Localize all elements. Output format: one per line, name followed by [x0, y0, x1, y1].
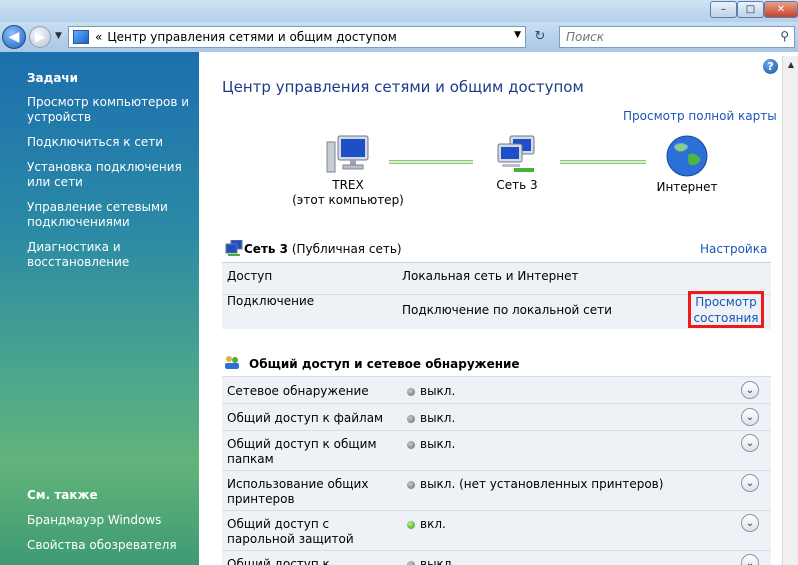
sharing-icon — [225, 356, 239, 369]
network-center-window: – □ ✕ ◀ ▶ ▼ « Центр управления сетями и … — [0, 0, 798, 565]
expand-chevron-icon[interactable]: ⌄ — [741, 408, 759, 426]
sharing-row[interactable]: Общий доступ с парольной защитой вкл. ⌄ — [222, 510, 771, 550]
map-node-internet[interactable]: Интернет — [651, 134, 723, 195]
page-title: Центр управления сетями и общим доступом — [222, 78, 584, 96]
task-diagnose[interactable]: Диагностика и восстановление — [27, 240, 192, 270]
see-also-header: См. также — [27, 488, 98, 502]
network-name-label: Сеть 3 — [244, 242, 289, 256]
address-text: Центр управления сетями и общим доступом — [107, 30, 397, 44]
help-icon[interactable]: ? — [763, 59, 778, 74]
status-off-icon — [407, 415, 415, 423]
forward-arrow-icon: ▶ — [35, 29, 45, 45]
view-full-map-link[interactable]: Просмотр полной карты — [623, 109, 777, 123]
minimize-button[interactable]: – — [710, 1, 737, 18]
status-off-icon — [407, 388, 415, 396]
access-label: Доступ — [227, 269, 273, 283]
search-input[interactable] — [566, 30, 766, 44]
sharing-row[interactable]: Сетевое обнаружение выкл. ⌄ — [222, 376, 771, 402]
sharing-row[interactable]: Общий доступ к файлам выкл. ⌄ — [222, 403, 771, 429]
connection-value: Подключение по локальной сети — [402, 303, 612, 317]
sharing-row[interactable]: Использование общих принтеров выкл. (нет… — [222, 470, 771, 510]
task-sidebar: Задачи Просмотр компьютеров и устройств … — [0, 52, 199, 565]
control-panel-icon — [73, 30, 89, 44]
map-link-line — [560, 160, 646, 164]
view-status-link[interactable]: Просмотр состояния — [688, 291, 764, 328]
task-setup-connection[interactable]: Установка подключения или сети — [27, 160, 192, 190]
sharing-row[interactable]: Общий доступ к общим папкам выкл. ⌄ — [222, 430, 771, 470]
scroll-up-arrow-icon[interactable]: ▲ — [783, 56, 798, 72]
status-on-icon — [407, 521, 415, 529]
status-off-icon — [407, 481, 415, 489]
sharing-row-label: Общий доступ к файлам — [227, 411, 384, 425]
sharing-row-label: Общий доступ к общим папкам — [227, 437, 377, 466]
globe-icon — [666, 135, 708, 177]
expand-chevron-icon[interactable]: ⌄ — [741, 554, 759, 565]
close-button[interactable]: ✕ — [764, 1, 798, 18]
map-node-network[interactable]: Сеть 3 — [482, 134, 552, 193]
forward-button[interactable]: ▶ — [29, 26, 51, 48]
computer-name: TREX — [332, 178, 364, 192]
address-bar[interactable]: « Центр управления сетями и общим доступ… — [68, 26, 526, 48]
status-off-icon — [407, 441, 415, 449]
back-arrow-icon: ◀ — [8, 29, 20, 45]
main-content: ? Центр управления сетями и общим доступ… — [199, 52, 798, 565]
network-icon — [497, 135, 535, 172]
back-button[interactable]: ◀ — [2, 25, 26, 49]
refresh-button[interactable]: ↻ — [530, 29, 550, 45]
sharing-row-value: вкл. — [420, 517, 446, 531]
status-off-icon — [407, 561, 415, 565]
sharing-row-value: выкл. — [420, 557, 456, 565]
network-type: (Публичная сеть) — [291, 242, 402, 256]
see-also-firewall[interactable]: Брандмауэр Windows — [27, 513, 192, 528]
sharing-list: Сетевое обнаружение выкл. ⌄ Общий доступ… — [222, 376, 771, 565]
sharing-title: Общий доступ и сетевое обнаружение — [249, 357, 520, 371]
sharing-row-label: Общий доступ с парольной защитой — [227, 517, 354, 546]
internet-name: Интернет — [656, 180, 718, 194]
sharing-row-label: Сетевое обнаружение — [227, 384, 369, 398]
expand-chevron-icon[interactable]: ⌄ — [741, 434, 759, 452]
map-node-computer[interactable]: TREX (этот компьютер) — [290, 134, 406, 208]
vertical-scrollbar[interactable]: ▲ — [782, 56, 798, 565]
address-dropdown-icon[interactable]: ▼ — [514, 30, 521, 40]
computer-icon — [326, 135, 369, 173]
breadcrumb-chevron-icon[interactable]: « — [95, 30, 102, 44]
view-status-line1: Просмотр — [695, 295, 757, 309]
see-also-internet-options[interactable]: Свойства обозревателя — [27, 538, 192, 553]
expand-chevron-icon[interactable]: ⌄ — [741, 514, 759, 532]
sharing-row-value: выкл. — [420, 411, 456, 425]
sharing-row-value: выкл. — [420, 384, 456, 398]
map-link-line — [389, 160, 473, 164]
tasks-header: Задачи — [27, 71, 79, 85]
search-box[interactable]: ⚲ — [559, 26, 795, 48]
address-toolbar: ◀ ▶ ▼ « Центр управления сетями и общим … — [0, 22, 798, 52]
maximize-button[interactable]: □ — [737, 1, 764, 18]
title-bar: – □ ✕ — [0, 0, 798, 22]
sharing-row[interactable]: Общий доступ к медиафайлам выкл. ⌄ — [222, 550, 771, 565]
search-icon[interactable]: ⚲ — [780, 29, 789, 43]
expand-chevron-icon[interactable]: ⌄ — [741, 474, 759, 492]
network-small-icon — [225, 240, 243, 256]
view-status-line2: состояния — [693, 311, 759, 325]
access-value: Локальная сеть и Интернет — [402, 269, 579, 283]
task-connect[interactable]: Подключиться к сети — [27, 135, 192, 150]
sharing-row-label: Общий доступ к медиафайлам — [227, 557, 330, 565]
sharing-row-value: выкл. (нет установленных принтеров) — [420, 477, 664, 491]
network-title: Сеть 3 (Публичная сеть) — [244, 242, 402, 256]
customize-link[interactable]: Настройка — [700, 242, 767, 256]
task-manage-connections[interactable]: Управление сетевыми подключениями — [27, 200, 192, 230]
expand-chevron-icon[interactable]: ⌄ — [741, 381, 759, 399]
connection-label: Подключение — [227, 294, 315, 308]
network-name: Сеть 3 — [496, 178, 538, 192]
sharing-row-value: выкл. — [420, 437, 456, 451]
computer-sub: (этот компьютер) — [292, 193, 404, 207]
task-view-computers[interactable]: Просмотр компьютеров и устройств — [27, 95, 192, 125]
history-dropdown[interactable]: ▼ — [55, 31, 62, 41]
sharing-row-label: Использование общих принтеров — [227, 477, 369, 506]
